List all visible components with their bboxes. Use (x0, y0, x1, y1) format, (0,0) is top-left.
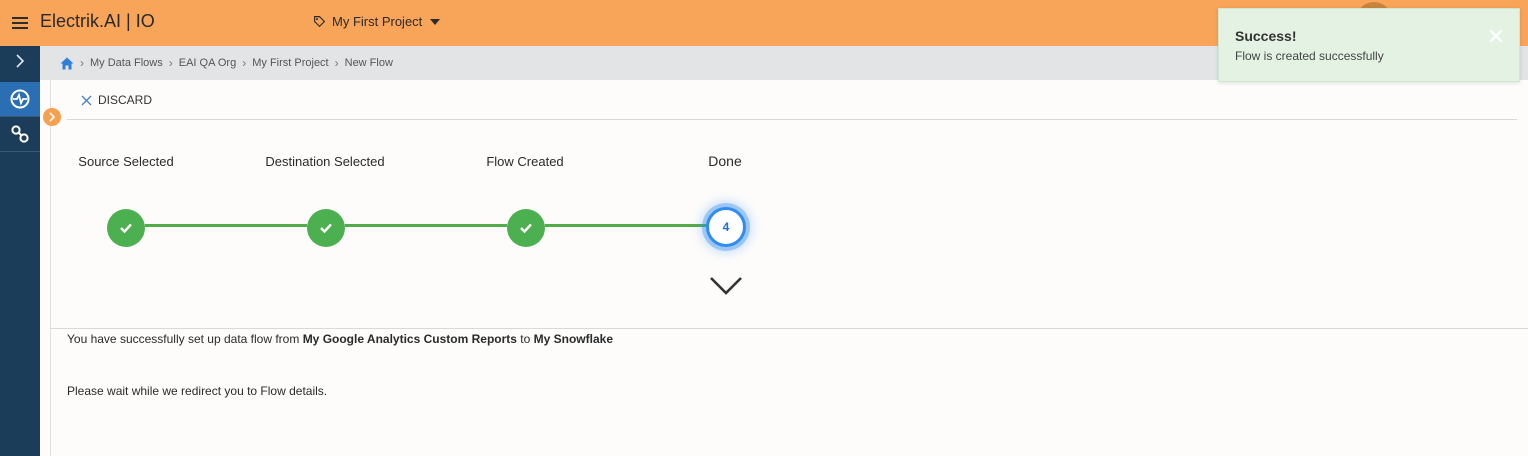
destination-name: My Snowflake (533, 332, 613, 346)
project-name: My First Project (332, 14, 423, 29)
project-selector[interactable]: My First Project (313, 14, 441, 29)
breadcrumb-item-project[interactable]: My First Project (252, 57, 328, 69)
breadcrumb-separator-icon: › (168, 56, 173, 70)
step-complete-flow-created (507, 209, 545, 247)
toast-title: Success! (1235, 28, 1297, 44)
breadcrumb-item-org[interactable]: EAI QA Org (179, 57, 236, 69)
close-icon[interactable] (1489, 29, 1503, 43)
breadcrumb-separator-icon: › (80, 56, 84, 70)
connector-word: to (516, 332, 534, 346)
breadcrumb-separator-icon: › (334, 56, 339, 70)
sidebar-expand-button[interactable] (0, 46, 40, 76)
breadcrumb-item-current: New Flow (344, 57, 393, 69)
tag-icon (314, 16, 326, 28)
home-icon[interactable] (60, 57, 74, 70)
toast-message: Flow is created successfully (1235, 49, 1384, 63)
chevron-down-icon[interactable] (709, 275, 743, 297)
sidebar-item-connections[interactable] (0, 117, 40, 152)
step-label-destination: Destination Selected (265, 154, 385, 169)
step-label-done: Done (708, 153, 742, 169)
checkmark-icon (120, 223, 132, 234)
step-connector (545, 224, 707, 227)
success-message-prefix: You have successfully set up data flow f… (67, 332, 303, 346)
main-panel: DISCARD Source Selected Destination Sele… (43, 80, 1528, 456)
checkmark-icon (520, 223, 532, 234)
step-current-done: 4 (706, 207, 746, 247)
redirect-message: Please wait while we redirect you to Flo… (67, 384, 328, 398)
discard-button[interactable]: DISCARD (81, 93, 152, 107)
checkmark-icon (320, 223, 332, 234)
flow-icon (10, 89, 30, 109)
panel-toggle-button[interactable] (43, 108, 61, 126)
breadcrumb: › My Data Flows › EAI QA Org › My First … (60, 56, 393, 70)
sidebar-item-flows[interactable] (0, 82, 40, 117)
step-connector (145, 224, 307, 227)
divider (67, 119, 1517, 120)
step-complete-destination (307, 209, 345, 247)
success-message: You have successfully set up data flow f… (67, 332, 613, 346)
step-label-flow-created: Flow Created (486, 154, 564, 169)
divider (51, 328, 1528, 329)
discard-label: DISCARD (98, 93, 153, 107)
success-toast: Success! Flow is created successfully (1218, 8, 1520, 82)
app-title: Electrik.AI | IO (40, 11, 155, 31)
chevron-right-icon (49, 112, 56, 122)
link-icon (11, 125, 29, 143)
chevron-right-icon (16, 54, 25, 68)
step-complete-source (107, 209, 145, 247)
breadcrumb-separator-icon: › (242, 56, 247, 70)
step-label-source: Source Selected (78, 154, 174, 169)
breadcrumb-item-data-flows[interactable]: My Data Flows (90, 57, 163, 69)
caret-down-icon (430, 18, 441, 25)
close-icon (81, 95, 92, 105)
step-connector (345, 224, 507, 227)
sidebar (0, 46, 40, 456)
hamburger-menu-icon[interactable] (10, 13, 30, 33)
source-name: My Google Analytics Custom Reports (302, 332, 517, 346)
